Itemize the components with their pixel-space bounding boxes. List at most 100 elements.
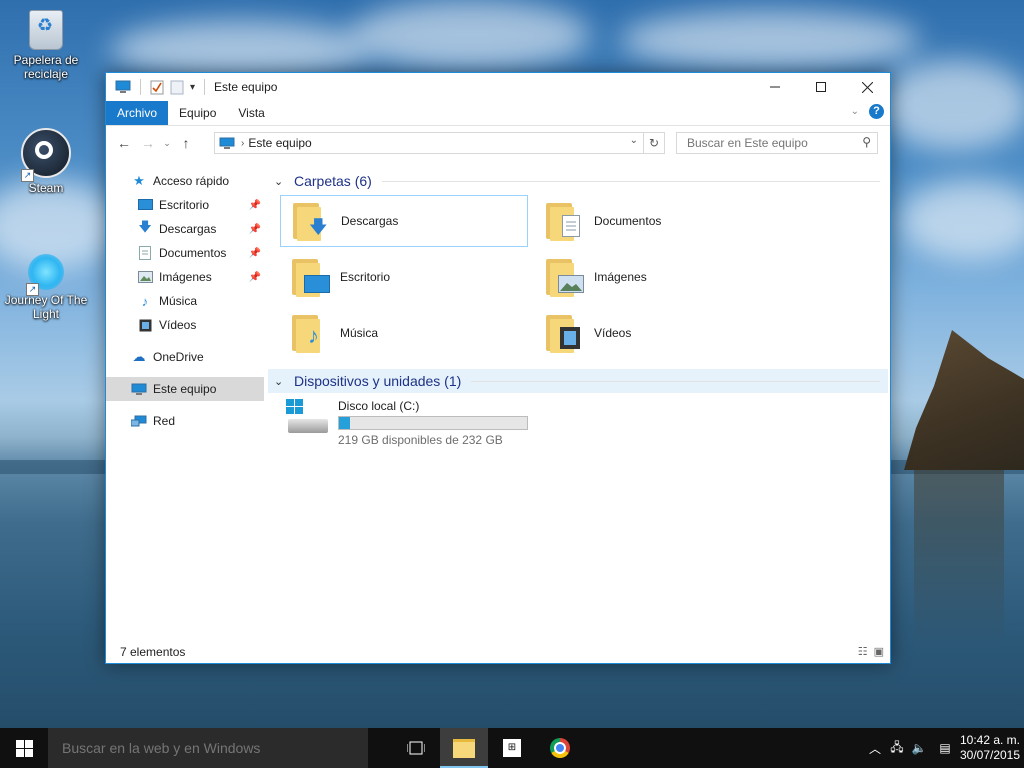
collapse-chevron-icon[interactable]: ⌄: [274, 175, 288, 188]
refresh-icon[interactable]: ↻: [643, 133, 664, 153]
desktop-icon-journey[interactable]: ↗ Journey Of The Light: [4, 254, 88, 321]
taskbar-chrome[interactable]: [536, 728, 584, 768]
system-tray: ︿ 🖧 🔈 ▤ 10:42 a. m. 30/07/2015: [864, 728, 1024, 768]
title-bar[interactable]: ▾ Este equipo: [106, 73, 890, 101]
folder-label: Música: [340, 326, 379, 340]
documents-folder-icon: [544, 201, 584, 241]
task-view-button[interactable]: [392, 728, 440, 768]
desktop-icon-label: Journey Of The Light: [4, 293, 88, 321]
status-bar: 7 elementos ☷ ▣: [106, 641, 890, 663]
nav-this-pc[interactable]: Este equipo: [106, 377, 264, 401]
separator: [204, 79, 206, 95]
desktop-icon-steam[interactable]: ↗ Steam: [8, 128, 84, 195]
chrome-icon: [550, 738, 570, 758]
tab-archivo[interactable]: Archivo: [106, 101, 169, 125]
navigation-pane: ★ Acceso rápido Escritorio 📌 🡇 Descargas…: [106, 169, 264, 639]
minimize-button[interactable]: [752, 73, 798, 101]
desktop-folder-icon: [137, 198, 153, 212]
show-hidden-icons-chevron-icon[interactable]: ︿: [864, 740, 886, 757]
expand-ribbon-chevron-icon[interactable]: ⌄: [851, 106, 859, 117]
drive-item-c[interactable]: Disco local (C:) 219 GB disponibles de 2…: [286, 399, 586, 449]
back-arrow-icon[interactable]: ←: [112, 135, 136, 151]
pictures-folder-icon: [544, 257, 584, 297]
nav-item-musica[interactable]: ♪ Música: [106, 289, 264, 313]
folder-documentos[interactable]: Documentos: [534, 195, 782, 247]
tab-equipo[interactable]: Equipo: [168, 101, 227, 125]
taskbar-store[interactable]: ⊞: [488, 728, 536, 768]
folder-label: Imágenes: [594, 270, 647, 284]
maximize-button[interactable]: [798, 73, 844, 101]
nav-label: Este equipo: [153, 382, 217, 396]
new-folder-icon[interactable]: [170, 80, 184, 95]
address-bar[interactable]: › Este equipo ⌄ ↻: [214, 132, 665, 154]
pin-icon[interactable]: 📌: [249, 200, 261, 211]
clock[interactable]: 10:42 a. m. 30/07/2015: [956, 733, 1024, 763]
search-icon[interactable]: ⚲: [862, 135, 871, 149]
nav-quick-access[interactable]: ★ Acceso rápido: [106, 169, 264, 193]
view-switcher: ☷ ▣: [858, 645, 884, 658]
nav-item-escritorio[interactable]: Escritorio 📌: [106, 193, 264, 217]
nav-item-descargas[interactable]: 🡇 Descargas 📌: [106, 217, 264, 241]
tab-vista[interactable]: Vista: [227, 101, 275, 125]
breadcrumb-this-pc[interactable]: Este equipo: [248, 136, 311, 150]
action-center-icon[interactable]: ▤: [934, 741, 956, 755]
network-icon[interactable]: 🖧: [886, 738, 908, 759]
taskbar-file-explorer[interactable]: [440, 728, 488, 768]
breadcrumb-chevron-icon[interactable]: ›: [241, 138, 244, 149]
cloud: [350, 0, 590, 70]
folder-videos[interactable]: Vídeos: [534, 307, 782, 359]
details-view-icon[interactable]: ☷: [858, 645, 868, 658]
collapse-chevron-icon[interactable]: ⌄: [274, 375, 288, 388]
folder-escritorio[interactable]: Escritorio: [280, 251, 528, 303]
drive-info: Disco local (C:) 219 GB disponibles de 2…: [338, 399, 528, 449]
journey-icon: ↗: [26, 254, 64, 296]
nav-label: OneDrive: [153, 350, 204, 364]
search-input[interactable]: [685, 135, 859, 151]
recent-locations-chevron-icon[interactable]: ⌄: [160, 138, 174, 149]
nav-onedrive[interactable]: ☁ OneDrive: [106, 345, 264, 369]
drive-usage-fill: [339, 417, 350, 429]
windows-logo-icon: [15, 739, 33, 757]
pin-icon[interactable]: 📌: [249, 272, 261, 283]
cloud: [900, 180, 1024, 260]
folder-label: Descargas: [341, 214, 399, 228]
address-dropdown-icon[interactable]: ⌄: [630, 135, 638, 146]
nav-network[interactable]: Red: [106, 409, 264, 433]
nav-label: Imágenes: [159, 270, 212, 284]
folder-label: Escritorio: [340, 270, 391, 284]
pin-icon[interactable]: 📌: [249, 248, 261, 259]
help-icon[interactable]: ?: [869, 104, 884, 119]
nav-item-videos[interactable]: Vídeos: [106, 313, 264, 337]
group-header-folders[interactable]: ⌄ Carpetas (6): [268, 169, 888, 193]
taskbar-search-input[interactable]: [60, 739, 364, 757]
up-arrow-icon[interactable]: ↑: [174, 135, 198, 151]
rock-formation: [904, 330, 1024, 470]
desktop-icon-recycle-bin[interactable]: Papelera de reciclaje: [8, 10, 84, 81]
search-box[interactable]: ⚲: [676, 132, 878, 154]
properties-icon[interactable]: [150, 80, 164, 95]
close-button[interactable]: [844, 73, 890, 101]
forward-arrow-icon[interactable]: →: [136, 135, 160, 151]
group-header-devices[interactable]: ⌄ Dispositivos y unidades (1): [268, 369, 888, 393]
start-button[interactable]: [0, 728, 48, 768]
folder-descargas[interactable]: 🡇 Descargas: [280, 195, 528, 247]
large-icons-view-icon[interactable]: ▣: [874, 645, 884, 658]
local-disk-icon: [286, 399, 330, 439]
pictures-icon: [137, 270, 153, 284]
pin-icon[interactable]: 📌: [249, 224, 261, 235]
store-icon: ⊞: [503, 739, 521, 757]
customize-toolbar-dropdown-icon[interactable]: ▾: [190, 82, 195, 93]
videos-icon: [137, 318, 153, 332]
drive-usage-bar: [338, 416, 528, 430]
nav-item-documentos[interactable]: Documentos 📌: [106, 241, 264, 265]
taskbar: ⊞ ︿ 🖧 🔈 ▤ 10:42 a. m. 30/07/2015: [0, 728, 1024, 768]
item-count: 7 elementos: [120, 645, 186, 659]
nav-item-imagenes[interactable]: Imágenes 📌: [106, 265, 264, 289]
folder-imagenes[interactable]: Imágenes: [534, 251, 782, 303]
recycle-bin-icon: [29, 10, 63, 50]
folder-musica[interactable]: ♪ Música: [280, 307, 528, 359]
desktop-icon-label: Steam: [28, 181, 64, 195]
taskbar-search[interactable]: [48, 728, 368, 768]
volume-icon[interactable]: 🔈: [908, 741, 930, 755]
